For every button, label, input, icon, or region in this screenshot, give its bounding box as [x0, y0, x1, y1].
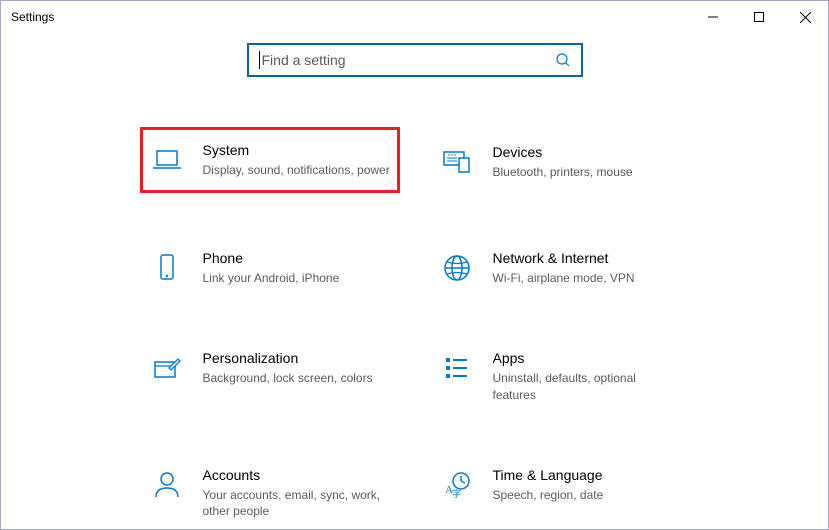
tile-time-language[interactable]: A字 Time & Language Speech, region, date [430, 460, 690, 526]
tile-text: Devices Bluetooth, printers, mouse [493, 144, 681, 186]
paint-icon [149, 350, 185, 386]
tile-system[interactable]: System Display, sound, notifications, po… [140, 127, 400, 193]
maximize-button[interactable] [736, 1, 782, 33]
tile-devices[interactable]: Devices Bluetooth, printers, mouse [430, 137, 690, 193]
search-container: Find a setting [1, 43, 828, 77]
tile-personalization[interactable]: Personalization Background, lock screen,… [140, 343, 400, 409]
tile-title: Apps [493, 350, 681, 366]
tile-text: Apps Uninstall, defaults, optional featu… [493, 350, 681, 402]
tile-desc: Uninstall, defaults, optional features [493, 370, 681, 402]
apps-list-icon [439, 350, 475, 386]
minimize-button[interactable] [690, 1, 736, 33]
svg-text:字: 字 [452, 488, 461, 499]
tile-title: System [203, 142, 391, 158]
time-language-icon: A字 [439, 467, 475, 503]
search-placeholder: Find a setting [262, 52, 555, 68]
phone-icon [149, 250, 185, 286]
tile-text: Accounts Your accounts, email, sync, wor… [203, 467, 391, 519]
close-button[interactable] [782, 1, 828, 33]
tile-apps[interactable]: Apps Uninstall, defaults, optional featu… [430, 343, 690, 409]
tile-desc: Speech, region, date [493, 487, 681, 503]
tile-title: Accounts [203, 467, 391, 483]
window-controls [690, 1, 828, 33]
tile-title: Phone [203, 250, 391, 266]
tile-title: Personalization [203, 350, 391, 366]
window-title: Settings [11, 10, 54, 24]
settings-grid: System Display, sound, notifications, po… [1, 137, 828, 526]
globe-icon [439, 250, 475, 286]
laptop-icon [149, 142, 185, 178]
tile-phone[interactable]: Phone Link your Android, iPhone [140, 243, 400, 293]
minimize-icon [708, 12, 718, 22]
devices-icon [439, 144, 475, 180]
tile-text: Personalization Background, lock screen,… [203, 350, 391, 402]
close-icon [800, 12, 811, 23]
person-icon [149, 467, 185, 503]
tile-desc: Wi-Fi, airplane mode, VPN [493, 270, 681, 286]
tile-text: Time & Language Speech, region, date [493, 467, 681, 519]
tile-accounts[interactable]: Accounts Your accounts, email, sync, wor… [140, 460, 400, 526]
tile-title: Devices [493, 144, 681, 160]
tile-desc: Bluetooth, printers, mouse [493, 164, 681, 180]
tile-title: Network & Internet [493, 250, 681, 266]
search-icon [555, 52, 571, 68]
tile-network[interactable]: Network & Internet Wi-Fi, airplane mode,… [430, 243, 690, 293]
tile-text: System Display, sound, notifications, po… [203, 142, 391, 178]
tile-desc: Display, sound, notifications, power [203, 162, 391, 178]
tile-desc: Background, lock screen, colors [203, 370, 391, 386]
window-titlebar: Settings [1, 1, 828, 33]
maximize-icon [754, 12, 764, 22]
tile-desc: Link your Android, iPhone [203, 270, 391, 286]
text-cursor [259, 51, 260, 69]
search-box[interactable]: Find a setting [247, 43, 583, 77]
tile-title: Time & Language [493, 467, 681, 483]
tile-text: Network & Internet Wi-Fi, airplane mode,… [493, 250, 681, 286]
tile-desc: Your accounts, email, sync, work, other … [203, 487, 391, 519]
tile-text: Phone Link your Android, iPhone [203, 250, 391, 286]
